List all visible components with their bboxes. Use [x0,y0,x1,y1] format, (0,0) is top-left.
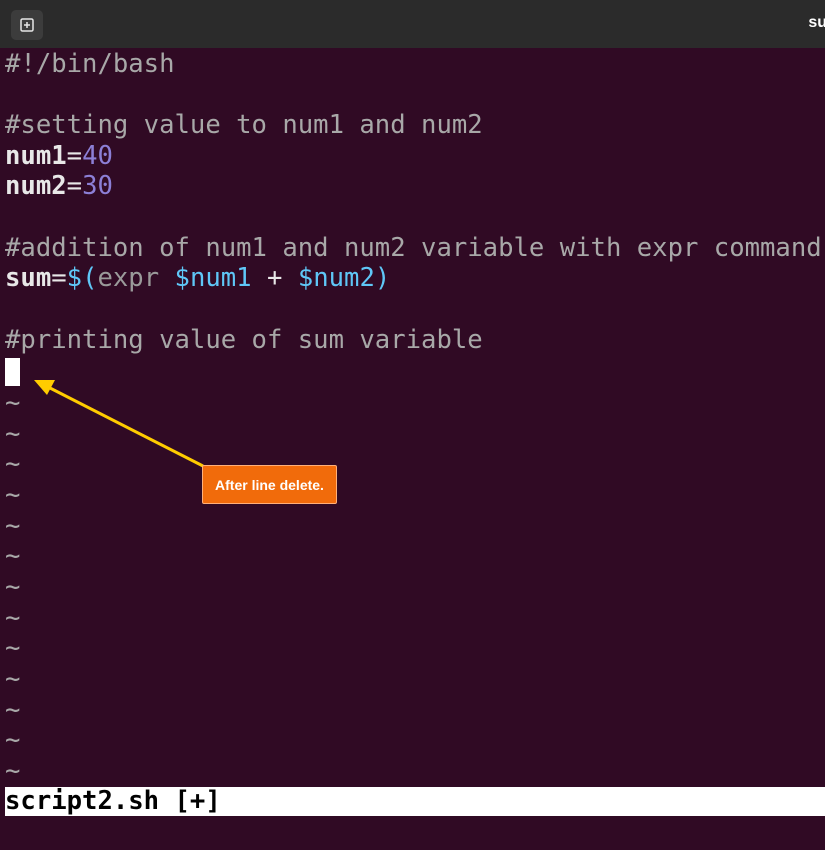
plus-operator: + [251,263,298,293]
empty-line-tilde: ~ [5,572,21,602]
empty-line-tilde: ~ [5,449,21,479]
code-line-comment-setting: #setting value to num1 and num2 [5,110,483,140]
status-filename: script2.sh [+] [5,786,221,816]
terminal-area[interactable] [0,48,825,850]
subshell-open: $( [66,263,98,293]
annotation-callout: After line delete. [202,465,337,504]
code-line-num1: num1=40 [5,141,113,171]
variable-name: num1 [5,141,67,171]
empty-line-tilde: ~ [5,603,21,633]
empty-line-tilde: ~ [5,756,21,786]
variable-name: num2 [5,171,67,201]
empty-line-tilde: ~ [5,419,21,449]
empty-line-tilde: ~ [5,725,21,755]
assign-operator: = [51,263,67,293]
empty-line-tilde: ~ [5,633,21,663]
code-line-shebang: #!/bin/bash [5,49,175,79]
window-title: su [808,14,825,31]
code-line-comment-addition: #addition of num1 and num2 variable with… [5,233,822,263]
empty-line-tilde: ~ [5,664,21,694]
empty-line-tilde: ~ [5,511,21,541]
new-tab-icon [20,18,34,32]
code-line-sum: sum=$(expr $num1 + $num2) [5,263,390,293]
empty-line-tilde: ~ [5,541,21,571]
text-cursor [5,358,20,386]
variable-reference: $num1 [174,263,252,293]
command-name: expr [97,263,160,293]
empty-line-tilde: ~ [5,480,21,510]
empty-line-tilde: ~ [5,388,21,418]
variable-name: sum [5,263,52,293]
number-literal: 30 [82,171,113,201]
number-literal: 40 [82,141,113,171]
new-tab-button[interactable] [11,10,43,40]
assign-operator: = [66,171,83,201]
assign-operator: = [66,141,83,171]
variable-reference: $num2 [297,263,375,293]
window-titlebar: su [0,0,825,48]
subshell-close: ) [374,263,391,293]
code-line-comment-printing: #printing value of sum variable [5,325,483,355]
vim-status-line: script2.sh [+] [5,787,825,816]
code-line-num2: num2=30 [5,171,113,201]
empty-line-tilde: ~ [5,695,21,725]
